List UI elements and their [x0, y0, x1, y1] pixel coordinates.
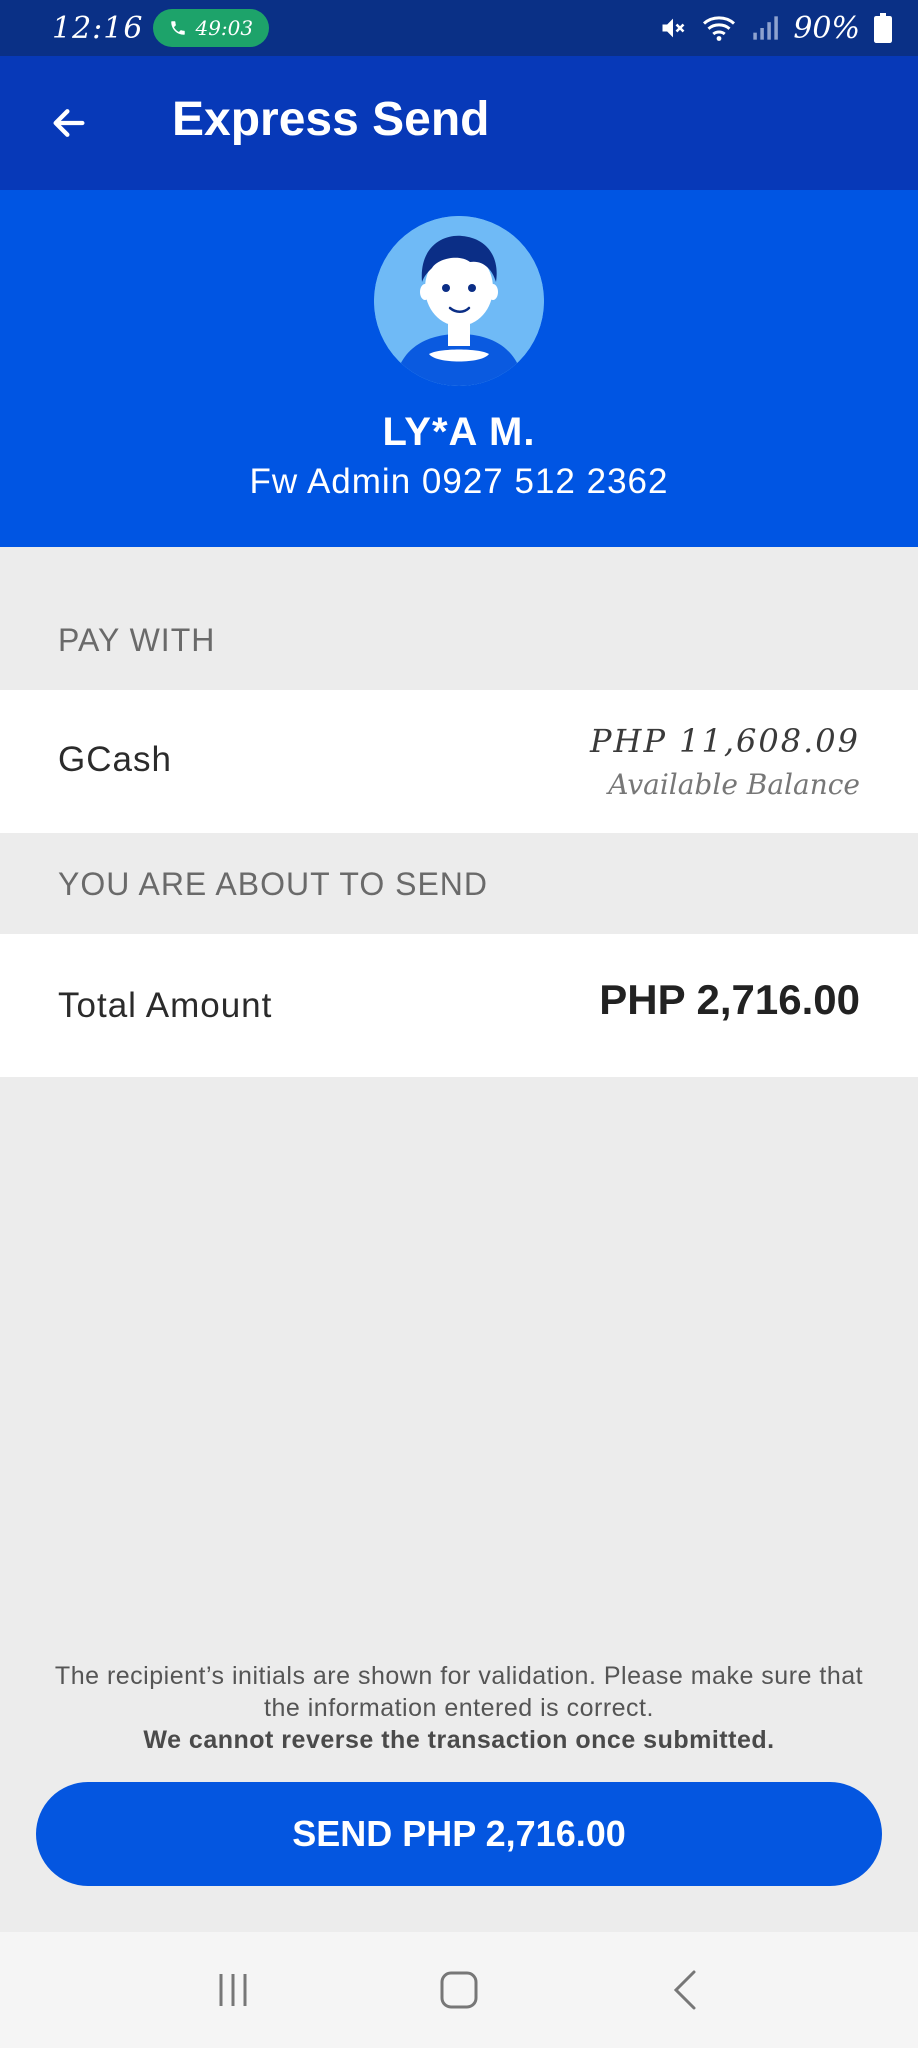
payment-method-row[interactable]: GCash PHP 11,608.09 Available Balance [0, 690, 918, 833]
call-indicator[interactable]: 49:03 [153, 9, 270, 47]
disclaimer: The recipient’s initials are shown for v… [40, 1660, 878, 1756]
status-right: 90% [659, 11, 892, 46]
system-back-button[interactable] [645, 1960, 725, 2020]
wifi-icon [703, 16, 736, 41]
system-nav-bar [0, 1932, 918, 2048]
call-duration: 49:03 [195, 16, 254, 40]
back-button[interactable] [44, 98, 94, 148]
signal-icon [753, 16, 779, 40]
recipient-number: Fw Admin 0927 512 2362 [249, 462, 669, 501]
arrow-left-icon [53, 109, 85, 137]
mute-icon [662, 18, 685, 38]
recipient-profile: LY*A M. Fw Admin 0927 512 2362 [0, 190, 918, 547]
person-avatar-icon [374, 216, 544, 386]
status-time: 12:16 [52, 10, 144, 46]
home-icon [440, 1971, 478, 2009]
recipient-name: LY*A M. [382, 410, 536, 454]
available-balance-amount: PHP 11,608.09 [590, 722, 860, 760]
recent-apps-icon [219, 1974, 247, 2006]
recent-apps-button[interactable] [193, 1960, 273, 2020]
page-title: Express Send [172, 93, 490, 146]
pay-with-label: PAY WITH [58, 622, 216, 658]
send-summary-label: YOU ARE ABOUT TO SEND [58, 866, 489, 902]
battery-icon [874, 13, 892, 43]
total-amount-row: Total Amount PHP 2,716.00 [0, 934, 918, 1077]
disclaimer-warning: We cannot reverse the transaction once s… [143, 1726, 775, 1754]
chevron-left-icon [673, 1970, 696, 2010]
avatar [374, 216, 544, 386]
total-amount-label: Total Amount [58, 986, 273, 1025]
total-amount-value: PHP 2,716.00 [599, 976, 860, 1023]
available-balance-label: Available Balance [608, 768, 860, 801]
payment-method-name: GCash [58, 740, 172, 779]
app-bar: Express Send [0, 56, 918, 190]
status-left: 12:16 49:03 [52, 9, 270, 47]
disclaimer-text: The recipient’s initials are shown for v… [54, 1662, 864, 1722]
status-bar: 12:16 49:03 90% [0, 0, 918, 56]
phone-icon [171, 21, 186, 35]
send-button[interactable]: SEND PHP 2,716.00 [36, 1782, 882, 1886]
battery-percent: 90% [793, 10, 860, 46]
home-button[interactable] [419, 1960, 499, 2020]
